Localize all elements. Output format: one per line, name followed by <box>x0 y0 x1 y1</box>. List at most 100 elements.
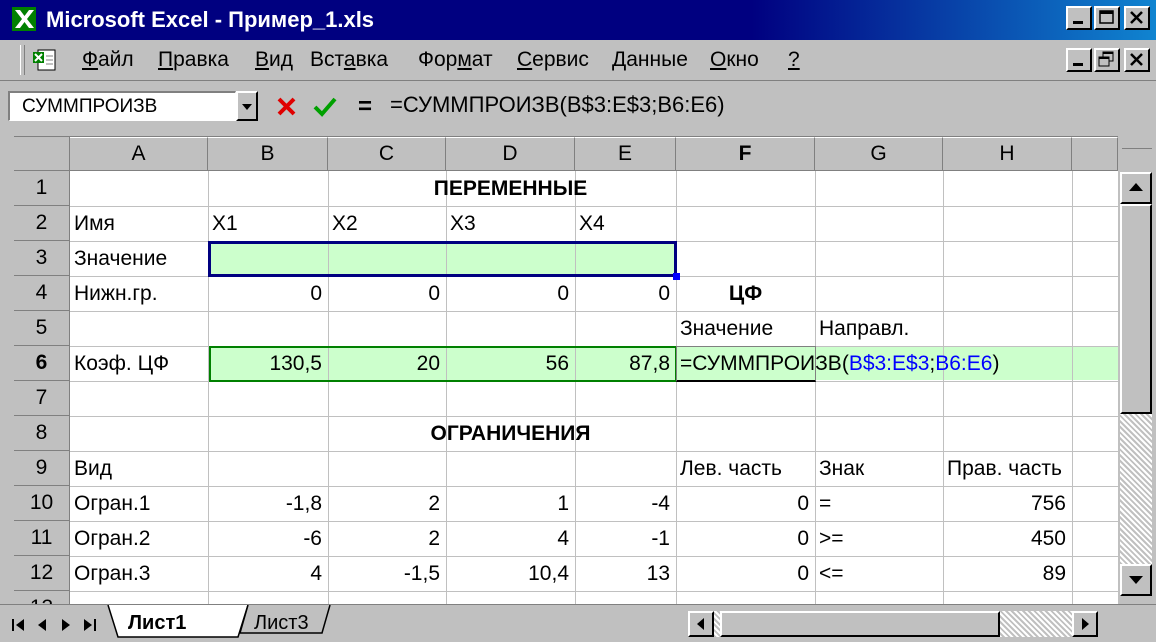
cell-c4[interactable]: 0 <box>328 277 446 311</box>
input-range-border[interactable] <box>208 241 677 277</box>
name-box[interactable]: СУММПРОИЗВ <box>8 91 236 121</box>
sheet-tab[interactable]: Лист3 <box>254 611 309 635</box>
row-header[interactable]: 1 <box>14 171 70 206</box>
edit-formula-button[interactable]: = <box>350 93 380 121</box>
cell-b12[interactable]: 4 <box>208 557 328 591</box>
row-header[interactable]: 4 <box>14 276 70 311</box>
cell-f4[interactable]: ЦФ <box>676 277 815 311</box>
close-button[interactable] <box>1124 6 1150 30</box>
cell-e4[interactable]: 0 <box>575 277 676 311</box>
cell-f12[interactable]: 0 <box>676 557 815 591</box>
minimize-button[interactable] <box>1066 6 1092 30</box>
scroll-down-button[interactable] <box>1120 564 1152 596</box>
next-sheet-icon[interactable] <box>54 613 78 637</box>
last-sheet-icon[interactable] <box>78 613 102 637</box>
prev-sheet-icon[interactable] <box>30 613 54 637</box>
cell-a3[interactable]: Значение <box>70 242 208 276</box>
split-handle[interactable] <box>1122 140 1152 149</box>
cell-h10[interactable]: 756 <box>943 487 1072 521</box>
row-header[interactable]: 9 <box>14 451 70 486</box>
cell-c2[interactable]: X2 <box>328 207 446 241</box>
cell-d10[interactable]: 1 <box>446 487 575 521</box>
cell-e2[interactable]: X4 <box>575 207 676 241</box>
cell-f6-formula[interactable]: =СУММПРОИЗВ(B$3:E$3;B6:E6) <box>680 347 999 381</box>
cell-a9[interactable]: Вид <box>70 452 208 486</box>
vertical-scrollbar[interactable] <box>1118 136 1156 604</box>
worksheet-grid[interactable]: A B C D E F G H 1 2 3 4 5 6 7 8 9 10 11 … <box>14 136 1118 605</box>
cell-e10[interactable]: -4 <box>575 487 676 521</box>
scroll-up-button[interactable] <box>1120 172 1152 204</box>
column-header[interactable]: B <box>208 137 328 171</box>
menu-view[interactable]: Вид <box>255 48 293 72</box>
cell-d12[interactable]: 10,4 <box>446 557 575 591</box>
column-header[interactable]: G <box>815 137 943 171</box>
column-header[interactable]: C <box>328 137 446 171</box>
cell-d4[interactable]: 0 <box>446 277 575 311</box>
cell-a12[interactable]: Огран.3 <box>70 557 208 591</box>
menu-format[interactable]: Формат <box>418 48 493 72</box>
cell-g10[interactable]: = <box>815 487 943 521</box>
formula-input[interactable]: =СУММПРОИЗВ(B$3:E$3;B6:E6) <box>390 92 725 118</box>
cell-b11[interactable]: -6 <box>208 522 328 556</box>
menu-window[interactable]: Окно <box>710 48 759 72</box>
cell-g9[interactable]: Знак <box>815 452 943 486</box>
scroll-left-button[interactable] <box>688 611 714 637</box>
doc-minimize-button[interactable] <box>1066 48 1092 72</box>
column-header[interactable] <box>1072 137 1118 171</box>
maximize-button[interactable] <box>1094 6 1120 30</box>
cell-h12[interactable]: 89 <box>943 557 1072 591</box>
cell-f11[interactable]: 0 <box>676 522 815 556</box>
cell-h11[interactable]: 450 <box>943 522 1072 556</box>
cell-f10[interactable]: 0 <box>676 487 815 521</box>
row-header[interactable]: 7 <box>14 381 70 416</box>
cell-c11[interactable]: 2 <box>328 522 446 556</box>
cell-a6[interactable]: Коэф. ЦФ <box>70 347 208 381</box>
menu-data[interactable]: Данные <box>612 48 688 72</box>
row-header[interactable]: 10 <box>14 486 70 521</box>
column-header[interactable]: D <box>446 137 575 171</box>
column-header-active[interactable]: F <box>676 137 815 171</box>
select-all-corner[interactable] <box>14 137 70 171</box>
cell-d8[interactable]: ОГРАНИЧЕНИЯ <box>431 417 591 451</box>
cell-a2[interactable]: Имя <box>70 207 208 241</box>
cell-c10[interactable]: 2 <box>328 487 446 521</box>
cancel-icon[interactable] <box>272 93 302 121</box>
menu-tools[interactable]: Сервис <box>517 48 589 72</box>
row-header-active[interactable]: 6 <box>14 346 70 381</box>
menu-file[interactable]: Файл <box>82 48 134 72</box>
doc-close-button[interactable] <box>1124 48 1150 72</box>
cell-c6[interactable]: 20 <box>328 347 446 381</box>
cell-e6[interactable]: 87,8 <box>575 347 676 381</box>
menu-help[interactable]: ? <box>788 48 800 72</box>
cell-b6[interactable]: 130,5 <box>208 347 328 381</box>
cell-b10[interactable]: -1,8 <box>208 487 328 521</box>
row-header[interactable]: 12 <box>14 556 70 591</box>
cell-f9[interactable]: Лев. часть <box>676 452 815 486</box>
row-header[interactable]: 13 <box>14 591 70 605</box>
workbook-icon[interactable] <box>32 48 58 72</box>
row-header[interactable]: 2 <box>14 206 70 241</box>
enter-checkmark-icon[interactable] <box>310 93 340 121</box>
cell-e11[interactable]: -1 <box>575 522 676 556</box>
cell-d11[interactable]: 4 <box>446 522 575 556</box>
cell-c12[interactable]: -1,5 <box>328 557 446 591</box>
first-sheet-icon[interactable] <box>6 613 30 637</box>
cell-a10[interactable]: Огран.1 <box>70 487 208 521</box>
size-grip[interactable] <box>1100 609 1152 639</box>
sheet-tab-active[interactable]: Лист1 <box>128 611 186 635</box>
cell-g11[interactable]: >= <box>815 522 943 556</box>
name-box-dropdown[interactable] <box>236 91 258 121</box>
menu-insert[interactable]: Вставка <box>310 48 388 72</box>
cell-e12[interactable]: 13 <box>575 557 676 591</box>
cell-d2[interactable]: X3 <box>446 207 575 241</box>
row-header[interactable]: 5 <box>14 311 70 346</box>
menu-edit[interactable]: Правка <box>158 48 229 72</box>
cell-f5[interactable]: Значение <box>676 312 815 346</box>
cell-b2[interactable]: X1 <box>208 207 328 241</box>
row-header[interactable]: 11 <box>14 521 70 556</box>
scroll-thumb[interactable] <box>1120 204 1152 414</box>
row-header[interactable]: 3 <box>14 241 70 276</box>
cell-d6[interactable]: 56 <box>446 347 575 381</box>
column-header[interactable]: A <box>70 137 208 171</box>
column-header[interactable]: H <box>943 137 1072 171</box>
